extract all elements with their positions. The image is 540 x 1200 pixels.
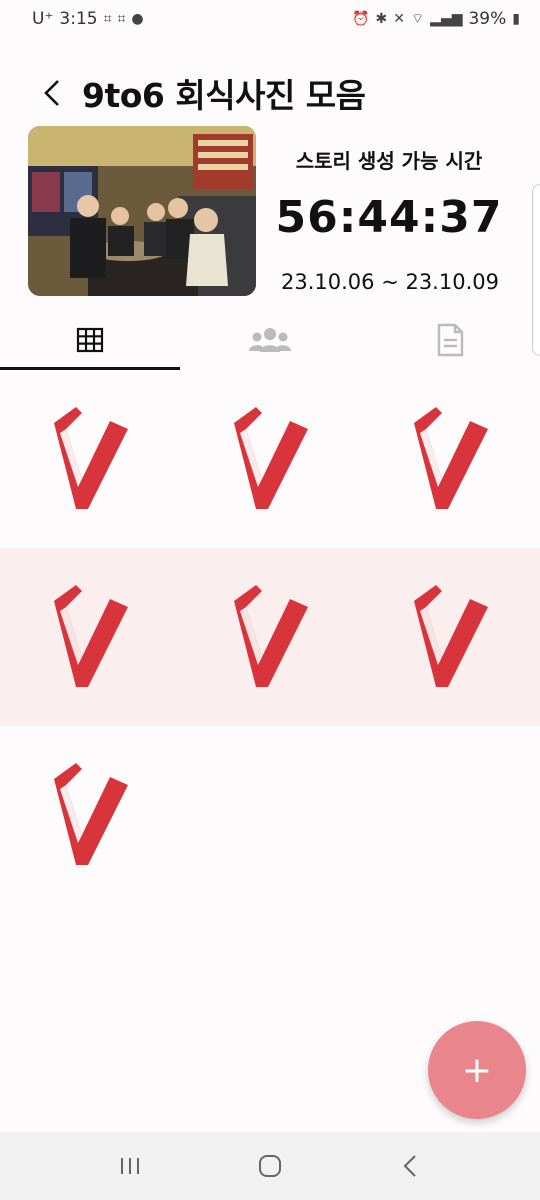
grid-item[interactable]	[180, 548, 360, 726]
plus-icon: +	[461, 1049, 493, 1091]
page-title: 9to6 회식사진 모음	[82, 76, 366, 115]
group-photo-image	[28, 126, 256, 296]
tab-members[interactable]	[180, 310, 360, 370]
battery-percent: 39%	[468, 9, 507, 29]
brand-logo-icon	[412, 583, 488, 691]
grid-item[interactable]	[0, 370, 180, 548]
alarm-icon: ⏰	[352, 11, 370, 27]
brand-logo-icon	[232, 583, 308, 691]
date-range: 23.10.06 ~ 23.10.09	[281, 270, 499, 294]
tab-document[interactable]	[360, 310, 540, 370]
back-chevron-icon	[403, 1155, 416, 1177]
screen-capture-icon: ⌗	[117, 11, 126, 27]
screen-record-icon: ⌗	[103, 11, 112, 27]
grid-item[interactable]	[360, 548, 540, 726]
brand-logo-icon	[52, 761, 128, 869]
tab-bar	[0, 310, 540, 370]
battery-icon: ▮	[512, 11, 520, 27]
carrier-label: U⁺	[32, 9, 54, 29]
grid-row	[0, 548, 540, 726]
chevron-left-icon	[44, 80, 59, 106]
brand-logo-icon	[52, 405, 128, 513]
story-available-label: 스토리 생성 가능 시간	[295, 149, 483, 173]
brand-logo-icon	[52, 583, 128, 691]
mute-icon: ✕	[393, 11, 405, 27]
recent-apps-button[interactable]	[100, 1136, 160, 1196]
back-button[interactable]	[30, 71, 74, 115]
clock: 3:15	[59, 9, 98, 29]
grid-row	[0, 370, 540, 548]
group-icon	[249, 328, 291, 352]
bluetooth-icon: ✱	[375, 11, 388, 27]
brand-logo-icon	[412, 405, 488, 513]
system-nav-bar	[0, 1132, 540, 1200]
grid-item[interactable]	[0, 548, 180, 726]
system-back-button[interactable]	[380, 1136, 440, 1196]
group-photo[interactable]	[28, 126, 256, 296]
grid-icon	[76, 327, 104, 353]
home-button[interactable]	[240, 1136, 300, 1196]
recent-apps-icon	[121, 1158, 139, 1174]
status-left: U⁺ 3:15 ⌗ ⌗ ●	[32, 9, 144, 29]
wifi-icon: ⌔	[411, 11, 425, 27]
app-screen: U⁺ 3:15 ⌗ ⌗ ● ⏰ ✱ ✕ ⌔ ▂▄▆ 39% ▮ 9to6 회식사…	[0, 0, 540, 1200]
countdown-timer: 56:44:37	[275, 192, 503, 243]
document-icon	[437, 323, 464, 357]
grid-item[interactable]	[180, 370, 360, 548]
grid-item[interactable]	[360, 370, 540, 548]
tab-grid[interactable]	[0, 310, 180, 370]
brand-logo-icon	[232, 405, 308, 513]
signal-icon: ▂▄▆	[430, 11, 463, 27]
grid-item[interactable]	[0, 726, 180, 904]
status-right: ⏰ ✱ ✕ ⌔ ▂▄▆ 39% ▮	[352, 9, 520, 29]
photo-grid	[0, 370, 540, 904]
grid-row	[0, 726, 540, 904]
chat-bubble-icon: ●	[131, 11, 144, 27]
add-fab-button[interactable]: +	[428, 1021, 526, 1119]
status-bar: U⁺ 3:15 ⌗ ⌗ ● ⏰ ✱ ✕ ⌔ ▂▄▆ 39% ▮	[0, 0, 540, 38]
app-header: 9to6 회식사진 모음	[0, 64, 540, 122]
home-icon	[259, 1155, 281, 1177]
